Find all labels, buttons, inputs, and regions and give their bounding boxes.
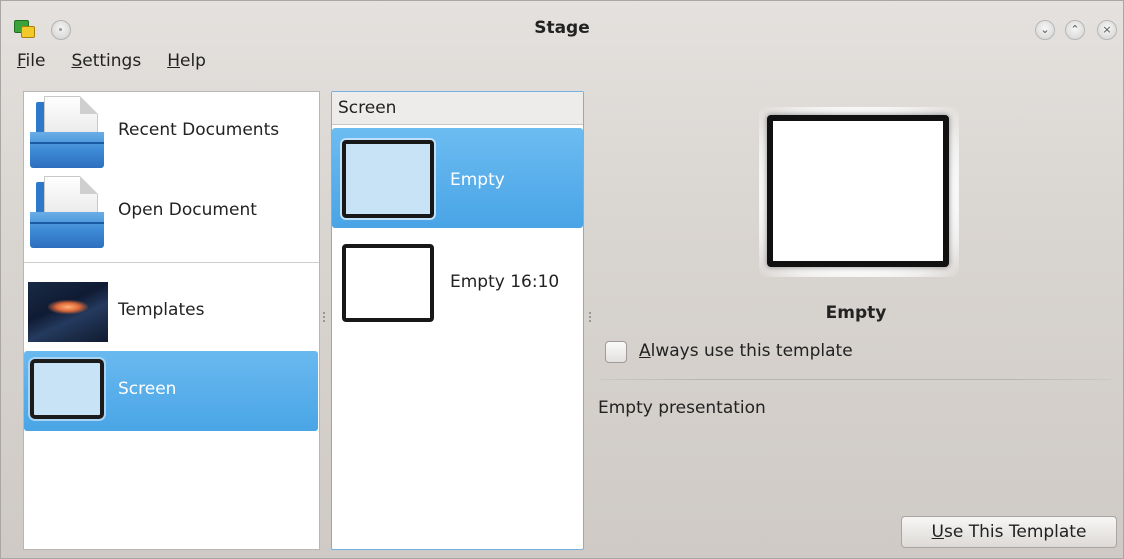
minimize-button[interactable]: ⌄ [1035,20,1055,40]
title-bar[interactable]: Stage ⌄ ⌃ × [1,1,1123,45]
template-item-label: Empty [450,170,505,190]
category-label: Open Document [118,200,257,220]
category-recent-documents[interactable]: Recent Documents [24,92,319,172]
folder-document-icon [30,96,106,168]
maximize-button[interactable]: ⌃ [1065,20,1085,40]
templates-thumbnail-icon [28,282,108,342]
category-label: Screen [118,379,177,399]
template-thumbnail [342,140,434,218]
category-separator [24,262,319,263]
template-item-label: Empty 16:10 [450,272,560,292]
always-use-label[interactable]: Always use this template [639,341,853,361]
category-label: Templates [118,300,205,320]
close-button[interactable]: × [1097,20,1117,40]
menu-file-label: ile [25,51,46,71]
folder-document-icon [30,176,106,248]
always-use-checkbox[interactable] [605,341,627,363]
menu-file-mnemonic: F [17,51,26,71]
splitter-handle-left[interactable] [322,312,326,326]
template-list-header: Screen [332,92,583,125]
template-list-panel: Screen Empty Empty 16:10 [331,91,584,550]
menu-settings[interactable]: Settings [67,51,145,77]
template-list-header-label: Screen [338,98,397,118]
category-panel: Recent Documents Open Document Templates… [23,91,320,550]
use-template-label: se This Template [944,522,1087,542]
menu-settings-label: ettings [82,51,142,71]
menu-file[interactable]: File [13,51,49,77]
menu-help-label: elp [179,51,206,71]
category-open-document[interactable]: Open Document [24,172,319,252]
menu-help-mnemonic: H [167,51,180,71]
always-use-label-text: lways use this template [650,341,853,361]
template-item-empty[interactable]: Empty [332,128,583,228]
details-divider [599,379,1111,380]
always-use-mnemonic: A [639,341,651,361]
category-label: Recent Documents [118,120,280,140]
window-title: Stage [534,18,590,38]
stage-window: Stage ⌄ ⌃ × File Settings Help Recent Do… [0,0,1124,559]
template-name: Empty [825,303,887,323]
menu-settings-mnemonic: S [71,51,83,71]
category-templates[interactable]: Templates [24,272,319,352]
use-template-mnemonic: U [931,522,944,542]
use-this-template-button[interactable]: Use This Template [901,516,1117,548]
menu-help[interactable]: Help [163,51,210,77]
template-thumbnail [342,244,434,322]
screen-thumbnail-icon [30,359,104,419]
category-screen[interactable]: Screen [24,351,318,431]
splitter-handle-right[interactable] [588,312,592,326]
menu-bar: File Settings Help [13,51,210,77]
template-description: Empty presentation [598,398,766,418]
template-preview-image [767,115,949,267]
template-item-empty-16-10[interactable]: Empty 16:10 [332,232,583,332]
